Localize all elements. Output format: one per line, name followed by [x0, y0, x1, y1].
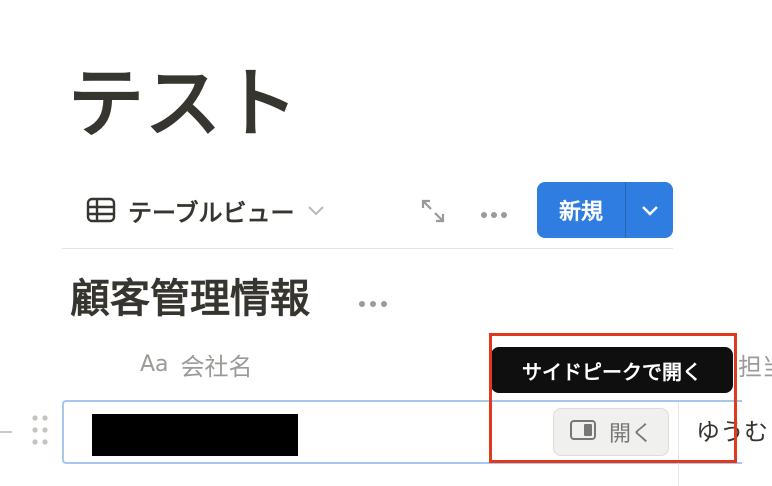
- database-title[interactable]: 顧客管理情報: [70, 272, 310, 326]
- open-side-peek-button[interactable]: 開く: [553, 408, 669, 456]
- new-button-group: 新規: [537, 182, 673, 238]
- page-title[interactable]: テスト: [68, 54, 299, 154]
- cell-person[interactable]: ゆうむ: [696, 412, 768, 447]
- drag-handle-icon[interactable]: [30, 414, 50, 450]
- notion-page: テスト テーブルビュー 新規 顧客管理情報 Aa 会社名 担 開く ゆうむ サイ…: [0, 0, 772, 486]
- column-header-label: 会社名: [180, 352, 253, 381]
- chevron-down-icon: [641, 201, 659, 220]
- cell-divider: [678, 402, 679, 486]
- title-property-icon: Aa: [140, 351, 169, 377]
- table-icon: [86, 197, 116, 223]
- new-dropdown-button[interactable]: [626, 182, 673, 238]
- side-peek-icon: [569, 419, 597, 445]
- column-header-person[interactable]: 担当: [738, 346, 772, 382]
- expand-icon[interactable]: [420, 198, 446, 228]
- row-indicator-line: [0, 431, 12, 433]
- new-button[interactable]: 新規: [537, 182, 625, 238]
- column-header-label: 担当: [738, 352, 772, 381]
- view-tab-table[interactable]: テーブルビュー: [86, 194, 325, 227]
- chevron-down-icon: [307, 204, 325, 216]
- column-header-company[interactable]: Aa 会社名: [140, 346, 253, 382]
- toolbar-divider: [62, 248, 673, 249]
- open-label: 開く: [608, 422, 653, 447]
- redacted-company-name: [92, 414, 298, 456]
- database-more-icon[interactable]: [358, 293, 388, 312]
- tooltip: サイドピークで開く: [491, 347, 733, 393]
- database-toolbar: テーブルビュー 新規: [62, 182, 673, 238]
- view-label: テーブルビュー: [128, 198, 295, 227]
- more-icon[interactable]: [480, 204, 508, 223]
